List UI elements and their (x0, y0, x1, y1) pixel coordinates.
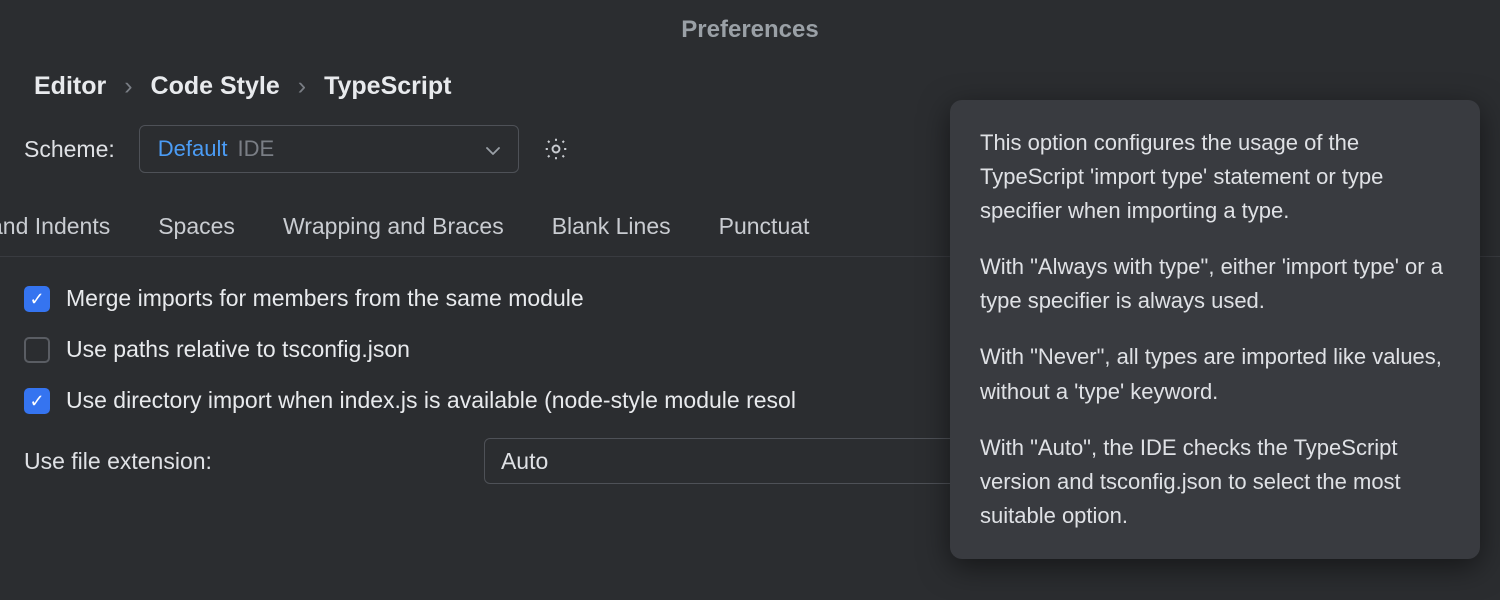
option-directory-import-label: Use directory import when index.js is av… (66, 387, 796, 414)
help-tooltip: This option configures the usage of the … (950, 100, 1480, 559)
tab-tabs-and-indents[interactable]: and Indents (0, 213, 110, 256)
tab-spaces[interactable]: Spaces (158, 213, 235, 256)
tooltip-p3: With "Never", all types are imported lik… (980, 340, 1450, 408)
tooltip-p2: With "Always with type", either 'import … (980, 250, 1450, 318)
checkbox-checked-icon[interactable]: ✓ (24, 286, 50, 312)
chevron-right-icon: › (298, 72, 306, 101)
gear-icon[interactable] (543, 136, 569, 162)
file-extension-label: Use file extension: (24, 448, 212, 475)
scheme-scope: IDE (237, 136, 274, 162)
window-title: Preferences (0, 0, 1500, 72)
tooltip-p1: This option configures the usage of the … (980, 126, 1450, 228)
scheme-name: Default (158, 136, 228, 162)
option-relative-paths-label: Use paths relative to tsconfig.json (66, 336, 410, 363)
tooltip-p4: With "Auto", the IDE checks the TypeScri… (980, 431, 1450, 533)
checkbox-unchecked-icon[interactable] (24, 337, 50, 363)
tab-wrapping-and-braces[interactable]: Wrapping and Braces (283, 213, 504, 256)
chevron-right-icon: › (124, 72, 132, 101)
tab-punctuation[interactable]: Punctuat (719, 213, 810, 256)
file-extension-select[interactable]: Auto (484, 438, 984, 484)
checkbox-checked-icon[interactable]: ✓ (24, 388, 50, 414)
breadcrumb-code-style[interactable]: Code Style (151, 72, 280, 101)
scheme-select[interactable]: Default IDE (139, 125, 519, 173)
breadcrumb-typescript: TypeScript (324, 72, 451, 101)
tab-blank-lines[interactable]: Blank Lines (552, 213, 671, 256)
option-merge-imports-label: Merge imports for members from the same … (66, 285, 584, 312)
chevron-down-icon (486, 136, 500, 162)
breadcrumb-editor[interactable]: Editor (34, 72, 106, 101)
scheme-label: Scheme: (24, 136, 115, 163)
file-extension-value: Auto (501, 448, 548, 475)
